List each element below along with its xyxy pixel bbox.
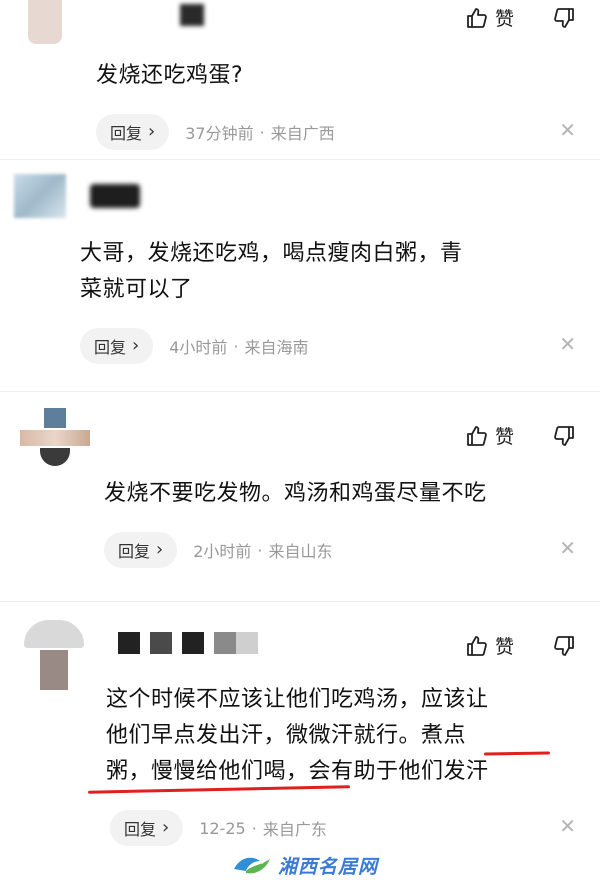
comment-actions: 赞 <box>465 632 576 659</box>
comment-4: 赞 这个时候不应该让他们吃鸡汤，应该让 他们早点发出汗，微微汗就行。煮点 粥，慢… <box>0 602 600 850</box>
chevron-right-icon: › <box>132 335 140 356</box>
close-icon[interactable]: ✕ <box>559 118 576 142</box>
avatar[interactable] <box>28 0 62 44</box>
comment-text: 大哥，发烧还吃鸡，喝点瘦肉白粥，青 菜就可以了 <box>80 236 580 308</box>
comment-location: 来自广西 <box>270 124 335 143</box>
avatar[interactable] <box>20 408 90 466</box>
comment-time: 4小时前 <box>169 338 228 357</box>
comment-text: 发烧还吃鸡蛋? <box>96 58 243 94</box>
watermark-text: 湘西名居网 <box>278 856 379 878</box>
meta-separator: · <box>259 122 265 142</box>
comment-location: 来自广东 <box>262 820 327 839</box>
reply-button[interactable]: 回复 › <box>96 114 170 150</box>
like-button[interactable]: 赞 <box>465 632 514 659</box>
like-button[interactable]: 赞 <box>465 4 514 31</box>
comment-time: 37分钟前 <box>185 124 254 143</box>
comment-text-line: 菜就可以了 <box>80 277 193 302</box>
thumbs-up-icon <box>465 634 489 658</box>
comment-text-line: 大哥，发烧还吃鸡，喝点瘦肉白粥，青 <box>80 241 463 266</box>
comment-text: 发烧不要吃发物。鸡汤和鸡蛋尽量不吃 <box>104 476 487 512</box>
comment-actions: 赞 <box>465 4 576 31</box>
meta-separator: · <box>257 540 263 560</box>
comment-location: 来自山东 <box>268 542 333 561</box>
comment-text-line: 发烧还吃鸡蛋? <box>96 63 244 88</box>
like-label: 赞 <box>494 636 514 658</box>
username-blurred[interactable] <box>118 632 268 654</box>
thumbs-down-icon[interactable] <box>552 424 576 448</box>
comment-location: 来自海南 <box>244 338 309 357</box>
thumbs-down-icon[interactable] <box>552 6 576 30</box>
close-icon[interactable]: ✕ <box>559 814 576 838</box>
thumbs-down-icon[interactable] <box>552 634 576 658</box>
comment-3: 赞 发烧不要吃发物。鸡汤和鸡蛋尽量不吃 回复 › 2小时前 · 来自山东 ✕ <box>0 392 600 602</box>
comment-1: 赞 发烧还吃鸡蛋? 回复 › 37分钟前 · 来自广西 ✕ <box>0 0 600 160</box>
thumbs-up-icon <box>465 424 489 448</box>
reply-label: 回复 <box>118 542 151 561</box>
close-icon[interactable]: ✕ <box>559 536 576 560</box>
comment-time: 2小时前 <box>193 542 252 561</box>
reply-label: 回复 <box>110 124 143 143</box>
avatar[interactable] <box>14 174 66 218</box>
comment-text: 这个时候不应该让他们吃鸡汤，应该让 他们早点发出汗，微微汗就行。煮点 粥，慢慢给… <box>106 682 586 790</box>
reply-button[interactable]: 回复 › <box>80 328 154 364</box>
close-icon[interactable]: ✕ <box>559 332 576 356</box>
chevron-right-icon: › <box>148 121 156 142</box>
username-blurred[interactable] <box>90 184 140 208</box>
meta-separator: · <box>251 818 257 838</box>
comment-meta: 回复 › 2小时前 · 来自山东 <box>104 532 333 568</box>
thumbs-up-icon <box>465 6 489 30</box>
comment-time: 12-25 <box>199 818 246 838</box>
chevron-right-icon: › <box>156 539 164 560</box>
reply-label: 回复 <box>94 338 127 357</box>
reply-button[interactable]: 回复 › <box>104 532 178 568</box>
like-label: 赞 <box>494 8 514 30</box>
comment-meta: 回复 › 12-25 · 来自广东 <box>110 810 327 846</box>
like-label: 赞 <box>494 426 514 448</box>
username-blurred[interactable] <box>180 4 204 26</box>
reply-button[interactable]: 回复 › <box>110 810 184 846</box>
comment-2: 大哥，发烧还吃鸡，喝点瘦肉白粥，青 菜就可以了 回复 › 4小时前 · 来自海南… <box>0 160 600 392</box>
comment-actions: 赞 <box>465 422 576 449</box>
comment-text-line: 他们早点发出汗，微微汗就行。煮点 <box>106 723 467 748</box>
comment-meta: 回复 › 37分钟前 · 来自广西 <box>96 114 335 150</box>
meta-separator: · <box>233 336 239 356</box>
watermark: 湘西名居网 <box>232 852 378 879</box>
comment-meta: 回复 › 4小时前 · 来自海南 <box>80 328 309 364</box>
chevron-right-icon: › <box>162 817 170 838</box>
comment-text-line: 发烧不要吃发物。鸡汤和鸡蛋尽量不吃 <box>104 481 487 506</box>
bird-logo-icon <box>232 853 272 879</box>
like-button[interactable]: 赞 <box>465 422 514 449</box>
avatar[interactable] <box>24 620 84 690</box>
reply-label: 回复 <box>124 820 157 839</box>
comment-text-line: 这个时候不应该让他们吃鸡汤，应该让 <box>106 687 489 712</box>
